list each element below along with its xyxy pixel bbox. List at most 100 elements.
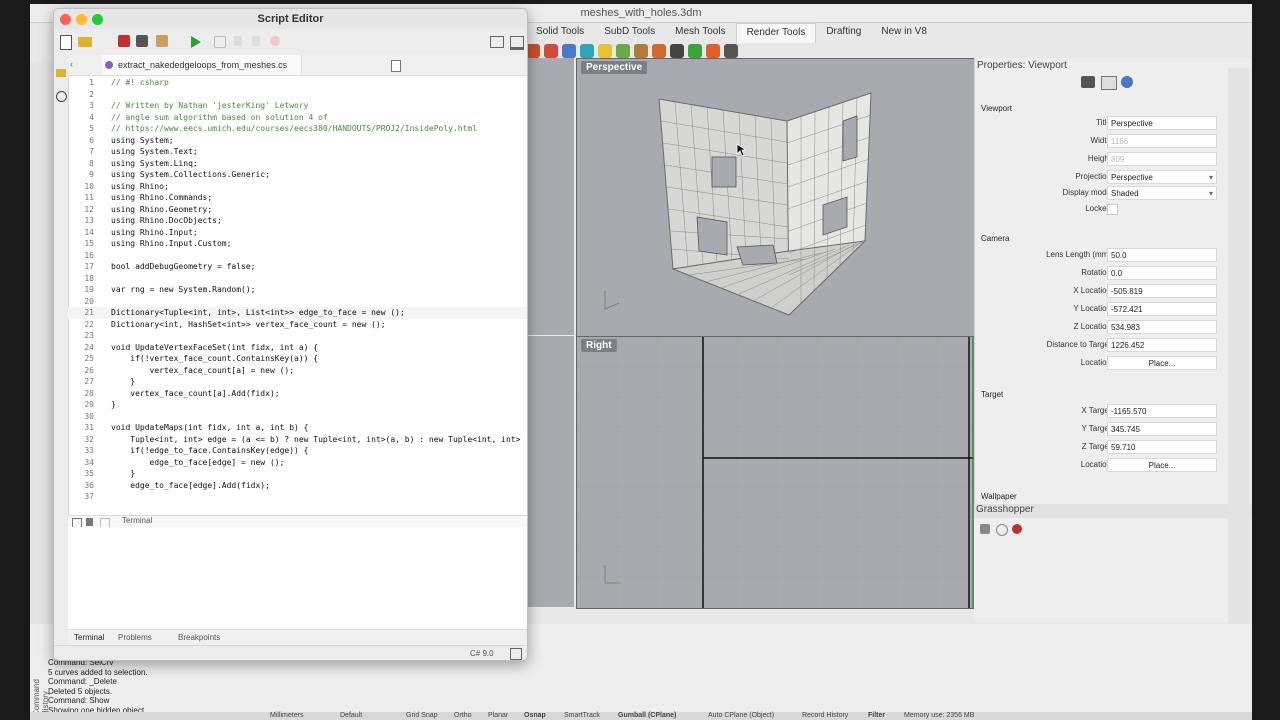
new-file-icon[interactable] (60, 35, 72, 50)
status-gumball[interactable]: Gumball (CPlane) (618, 712, 676, 719)
maximize-button[interactable] (92, 14, 103, 25)
code-line[interactable]: 34 edge_to_face[edge] = new (); (68, 457, 527, 469)
material-icon[interactable] (562, 44, 576, 58)
stop-icon[interactable] (270, 36, 280, 46)
code-line[interactable]: 7 using System.Text; (68, 146, 527, 158)
status-planar[interactable]: Planar (488, 712, 508, 719)
texture-icon[interactable] (616, 44, 630, 58)
viewport-icon[interactable] (1101, 76, 1117, 90)
code-line[interactable]: 36 edge_to_face[edge].Add(fidx); (68, 480, 527, 492)
code-line[interactable]: 33 if(!edge_to_face.ContainsKey(edge)) { (68, 445, 527, 457)
z-location-field[interactable]: 534.983 (1107, 320, 1217, 334)
y-location-field[interactable]: -572.421 (1107, 302, 1217, 316)
code-line[interactable]: 32 Tuple<int, int> edge = (a <= b) ? new… (68, 434, 527, 446)
distance-field[interactable]: 1226.452 (1107, 338, 1217, 352)
environment-icon[interactable] (580, 44, 594, 58)
code-line[interactable]: 37 (68, 491, 527, 503)
code-line[interactable]: 24 void UpdateVertexFaceSet(int fidx, int… (68, 342, 527, 354)
tab-terminal[interactable]: Terminal (74, 633, 104, 642)
step-icon[interactable] (234, 36, 242, 46)
x-target-field[interactable]: -1165.570 (1107, 404, 1217, 418)
title-field[interactable]: Perspective (1107, 116, 1217, 130)
gear-icon[interactable] (724, 44, 738, 58)
viewport-right[interactable]: Right (576, 336, 976, 609)
code-line[interactable]: 18 (68, 273, 527, 285)
display-mode-select[interactable]: Shaded (1107, 186, 1217, 201)
code-line[interactable]: 6 using System; (68, 135, 527, 147)
gh-icon-2[interactable] (996, 524, 1008, 536)
y-target-field[interactable]: 345.745 (1107, 422, 1217, 436)
status-auto-cplane[interactable]: Auto CPlane (Object) (708, 712, 774, 719)
status-ortho[interactable]: Ortho (454, 712, 472, 719)
tab-breakpoints[interactable]: Breakpoints (178, 633, 220, 642)
status-layer[interactable]: Default (340, 712, 362, 719)
code-line[interactable]: 31 void UpdateMaps(int fidx, int a, int b… (68, 422, 527, 434)
open-folder-icon[interactable] (78, 37, 92, 47)
save-icon[interactable] (118, 35, 130, 47)
settings-icon[interactable] (1121, 76, 1133, 88)
z-target-field[interactable]: 59.710 (1107, 440, 1217, 454)
code-line[interactable]: 20 (68, 296, 527, 308)
tab-drafting[interactable]: Drafting (816, 23, 871, 43)
projection-select[interactable]: Perspective (1107, 170, 1217, 185)
code-line[interactable]: 17 bool addDebugGeometry = false; (68, 261, 527, 273)
code-line[interactable]: 16 (68, 250, 527, 262)
new-tab-icon[interactable] (391, 60, 401, 72)
status-filter[interactable]: Filter (868, 712, 885, 719)
code-line[interactable]: 15 using Rhino.Input.Custom; (68, 238, 527, 250)
film-icon[interactable] (670, 44, 684, 58)
explorer-icon[interactable] (56, 69, 66, 77)
code-line[interactable]: 3 // Written by Nathan 'jesterKing' Letwo… (68, 100, 527, 112)
panel-toggle-icon[interactable] (490, 36, 504, 48)
code-line[interactable]: 27 } (68, 376, 527, 388)
status-grid-snap[interactable]: Grid Snap (406, 712, 438, 719)
debug-icon[interactable] (214, 36, 226, 48)
layout-icon[interactable] (510, 648, 522, 660)
viewport-perspective[interactable]: Perspective (576, 58, 976, 337)
code-line[interactable]: 10 using Rhino; (68, 181, 527, 193)
play-icon[interactable] (688, 44, 702, 58)
code-line[interactable]: 13 using Rhino.DocObjects; (68, 215, 527, 227)
camera-icon[interactable] (1081, 76, 1095, 88)
code-line[interactable]: 22 Dictionary<int, HashSet<int>> vertex_f… (68, 319, 527, 331)
code-line[interactable]: 8 using System.Linq; (68, 158, 527, 170)
code-editor[interactable]: 1// #! csharp 2 3// Written by Nathan 'jes… (68, 75, 527, 515)
sun-icon[interactable] (652, 44, 666, 58)
code-line[interactable]: 2 (68, 89, 527, 101)
record-icon[interactable] (706, 44, 720, 58)
terminal-toggle-icon[interactable] (510, 36, 524, 50)
search-icon[interactable] (56, 91, 67, 102)
status-units[interactable]: Millimeters (270, 712, 303, 719)
code-line[interactable]: 26 vertex_face_count[a] = new (); (68, 365, 527, 377)
rotation-field[interactable]: 0.0 (1107, 266, 1217, 280)
code-line[interactable]: 28 vertex_face_count[a].Add(fidx); (68, 388, 527, 400)
code-line[interactable]: 11 using Rhino.Commands; (68, 192, 527, 204)
gh-icon-1[interactable] (980, 524, 990, 534)
locked-checkbox[interactable] (1107, 204, 1118, 215)
code-line[interactable]: 21 Dictionary<Tuple<int, int>, List<int>>… (68, 307, 527, 319)
run-icon[interactable] (190, 35, 202, 49)
code-line[interactable]: 19 var rng = new System.Random(); (68, 284, 527, 296)
x-location-field[interactable]: -505.819 (1107, 284, 1217, 298)
language-version[interactable]: C# 9.0 (470, 649, 494, 658)
target-place-button[interactable]: Place... (1107, 458, 1217, 472)
code-line[interactable]: 1 // #! csharp (68, 77, 527, 89)
trash-icon[interactable] (86, 518, 93, 526)
light-icon[interactable] (598, 44, 612, 58)
tab-new-in-v8[interactable]: New in V8 (871, 23, 937, 43)
code-line[interactable]: 4 // angle sum algorithm based on solutio… (68, 112, 527, 124)
status-osnap[interactable]: Osnap (524, 712, 546, 719)
package-icon[interactable] (156, 35, 168, 47)
terminal-output[interactable] (68, 527, 527, 629)
brush-icon[interactable] (544, 44, 558, 58)
status-smarttrack[interactable]: SmartTrack (564, 712, 600, 719)
code-line[interactable]: 23 (68, 330, 527, 342)
gh-record-icon[interactable] (1012, 524, 1022, 534)
code-line[interactable]: 29} (68, 399, 527, 411)
render-icon[interactable] (526, 44, 540, 58)
code-line[interactable]: 25 if(!vertex_face_count.ContainsKey(a))… (68, 353, 527, 365)
status-record-history[interactable]: Record History (802, 712, 848, 719)
close-button[interactable] (60, 14, 71, 25)
tab-problems[interactable]: Problems (118, 633, 152, 642)
code-line[interactable]: 35 } (68, 468, 527, 480)
